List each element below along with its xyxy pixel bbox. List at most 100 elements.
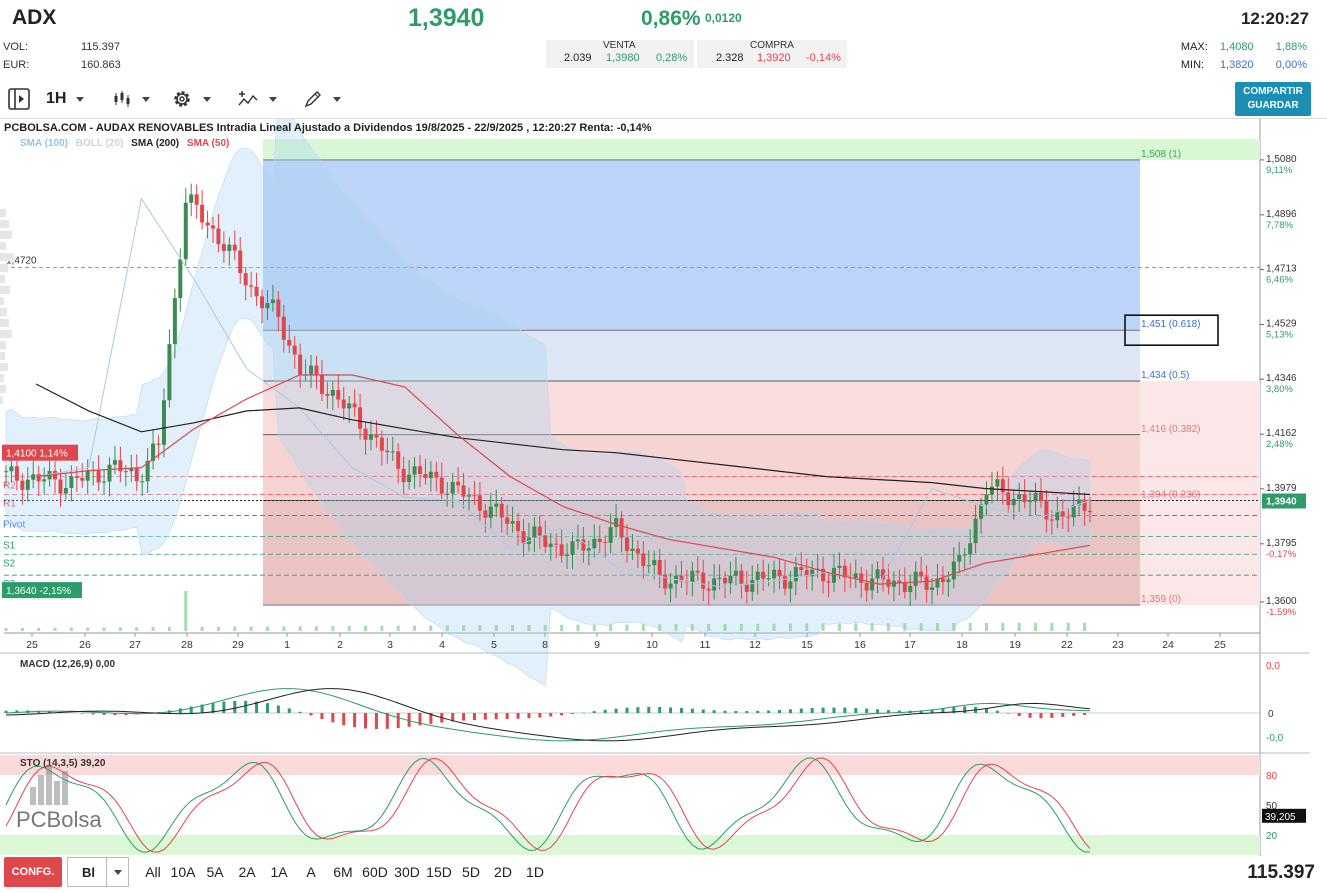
pct-axis-label: 2,48% xyxy=(1266,439,1293,450)
macd-histogram-bar xyxy=(342,713,346,726)
panel-toggle-button[interactable] xyxy=(6,86,32,112)
volume-bar xyxy=(314,626,318,631)
volume-bar xyxy=(723,623,727,631)
candle-body xyxy=(614,518,619,528)
range-button-2a[interactable]: 2A xyxy=(231,857,263,887)
candle-body xyxy=(112,460,117,465)
macd-histogram-bar xyxy=(821,707,825,713)
macd-histogram-bar xyxy=(832,707,836,713)
macd-histogram-bar xyxy=(854,707,858,713)
macd-histogram-bar xyxy=(723,710,727,713)
candle-body xyxy=(20,480,25,490)
chart-area[interactable]: 1,508 (1) 1,451 (0.618) 1,434 (0.5) 1,416 (… xyxy=(0,118,1327,858)
candle-body xyxy=(298,354,303,375)
volume-total: 115.397 xyxy=(1247,862,1315,883)
price-axis-label: 1,4713 xyxy=(1266,264,1297,275)
indicators-button[interactable] xyxy=(237,86,277,112)
macd-histogram-bar xyxy=(287,708,291,713)
candle-body xyxy=(973,518,978,544)
macd-histogram-bar xyxy=(592,711,596,713)
macd-histogram-bar xyxy=(276,705,280,713)
quote-header: ADX 1,3940 0,86% 0,0120 12:20:27 VOL: 11… xyxy=(0,0,1327,80)
volume-bar xyxy=(37,627,41,631)
range-button-10a[interactable]: 10A xyxy=(167,857,199,887)
range-button-6m[interactable]: 6M xyxy=(327,857,359,887)
min-value: 1,3820 xyxy=(1219,59,1254,71)
save-label: GUARDAR xyxy=(1247,100,1299,111)
chart-canvas[interactable]: 1,508 (1) 1,451 (0.618) 1,434 (0.5) 1,416 (… xyxy=(0,119,1327,856)
range-button-a[interactable]: A xyxy=(295,857,327,887)
range-button-1d[interactable]: 1D xyxy=(519,857,551,887)
fib-label: 1,394 (0.236) xyxy=(1141,489,1201,500)
volume-bar xyxy=(935,623,939,631)
candle-body xyxy=(74,476,79,479)
volume-bar xyxy=(282,626,286,631)
candle-body xyxy=(968,543,973,555)
macd-histogram-bar xyxy=(963,706,967,713)
range-button-1a[interactable]: 1A xyxy=(263,857,295,887)
date-label: 22 xyxy=(1061,639,1073,651)
chart-type-select[interactable]: Bl xyxy=(67,857,129,887)
candle-body xyxy=(761,571,766,579)
candle-body xyxy=(646,565,651,567)
date-label: 26 xyxy=(79,639,91,651)
volume-bar xyxy=(788,623,792,631)
settings-button[interactable] xyxy=(171,86,211,112)
volume-bar xyxy=(265,626,269,631)
volume-bar xyxy=(69,627,73,631)
range-button-60d[interactable]: 60D xyxy=(359,857,391,887)
volume-profile-bar xyxy=(0,396,3,404)
logo-bar xyxy=(30,787,36,805)
drawing-button[interactable] xyxy=(303,86,341,112)
macd-histogram-bar xyxy=(472,713,476,720)
interval-select[interactable]: 1H xyxy=(46,86,85,112)
candle-body xyxy=(559,544,564,556)
volume-profile-bar xyxy=(0,319,9,327)
macd-histogram-bar xyxy=(364,713,368,729)
candle-body xyxy=(1088,510,1092,513)
candle-body xyxy=(80,478,85,481)
buy-qty: 2.328 xyxy=(716,52,744,64)
candle-body xyxy=(129,468,134,472)
max-value: 1,4080 xyxy=(1219,41,1254,53)
date-label: 11 xyxy=(700,639,711,651)
legend-sma100[interactable]: SMA (100) xyxy=(20,138,68,149)
candle-body xyxy=(750,579,755,592)
candle-body xyxy=(1000,479,1005,493)
legend-sma50[interactable]: SMA (50) xyxy=(187,138,229,149)
range-button-2d[interactable]: 2D xyxy=(487,857,519,887)
volume-profile-bar xyxy=(0,352,5,360)
range-button-5a[interactable]: 5A xyxy=(199,857,231,887)
range-button-5d[interactable]: 5D xyxy=(455,857,487,887)
macd-histogram-bar xyxy=(265,703,269,713)
candle-body xyxy=(260,296,265,309)
share-save-button[interactable]: COMPARTIR GUARDAR xyxy=(1235,82,1311,116)
candle-body xyxy=(1049,519,1054,521)
legend-boll20[interactable]: BOLL (20) xyxy=(76,138,124,149)
volume-bar xyxy=(53,627,57,631)
date-label: 19 xyxy=(1009,639,1021,651)
sell-pct: 0,28% xyxy=(656,52,688,64)
candle-body xyxy=(957,555,962,562)
pivot-label-s2: S2 xyxy=(3,558,16,569)
candle-body xyxy=(608,527,613,543)
macd-histogram-bar xyxy=(788,709,792,713)
range-button-all[interactable]: All xyxy=(139,857,167,887)
range-button-30d[interactable]: 30D xyxy=(391,857,423,887)
config-button[interactable]: CONFG. xyxy=(4,857,62,887)
candle-body xyxy=(554,543,559,545)
candle-body xyxy=(924,576,929,590)
candle-body xyxy=(565,554,570,556)
candle-body xyxy=(826,581,831,583)
range-button-15d[interactable]: 15D xyxy=(423,857,455,887)
candle-body xyxy=(505,517,510,524)
volume-profile-bar xyxy=(0,297,4,305)
watermark-text: PCBolsa xyxy=(16,807,102,832)
candle-body xyxy=(897,580,902,583)
candle-body xyxy=(902,582,907,593)
macd-histogram-bar xyxy=(538,713,542,718)
chart-style-button[interactable] xyxy=(112,86,150,112)
macd-histogram-bar xyxy=(669,707,673,713)
legend-sma200[interactable]: SMA (200) xyxy=(131,138,179,149)
candle-body xyxy=(161,400,166,445)
